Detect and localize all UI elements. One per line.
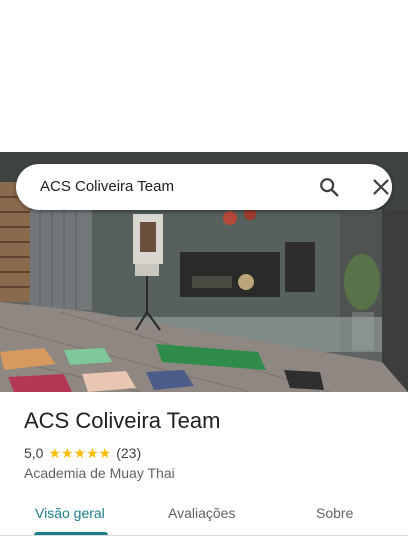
tab-overview[interactable]: Visão geral bbox=[35, 505, 105, 521]
rating-row[interactable]: 5,0 ★★★★★ (23) bbox=[24, 444, 141, 462]
search-icon[interactable] bbox=[318, 176, 340, 198]
search-input[interactable]: ACS Coliveira Team bbox=[40, 178, 174, 195]
tab-about[interactable]: Sobre bbox=[316, 505, 353, 521]
tab-reviews[interactable]: Avaliações bbox=[168, 505, 235, 521]
review-count[interactable]: (23) bbox=[116, 445, 141, 461]
star-rating-icon: ★★★★★ bbox=[48, 444, 112, 461]
rating-value: 5,0 bbox=[24, 445, 44, 461]
tabs-divider bbox=[0, 535, 408, 536]
place-title: ACS Coliveira Team bbox=[24, 408, 221, 433]
search-bar[interactable]: ACS Coliveira Team bbox=[16, 164, 392, 210]
close-icon[interactable] bbox=[370, 176, 392, 198]
map-blank-area bbox=[0, 0, 408, 152]
place-tabs: Visão geral Avaliações Sobre bbox=[0, 498, 408, 538]
place-category: Academia de Muay Thai bbox=[24, 465, 175, 481]
